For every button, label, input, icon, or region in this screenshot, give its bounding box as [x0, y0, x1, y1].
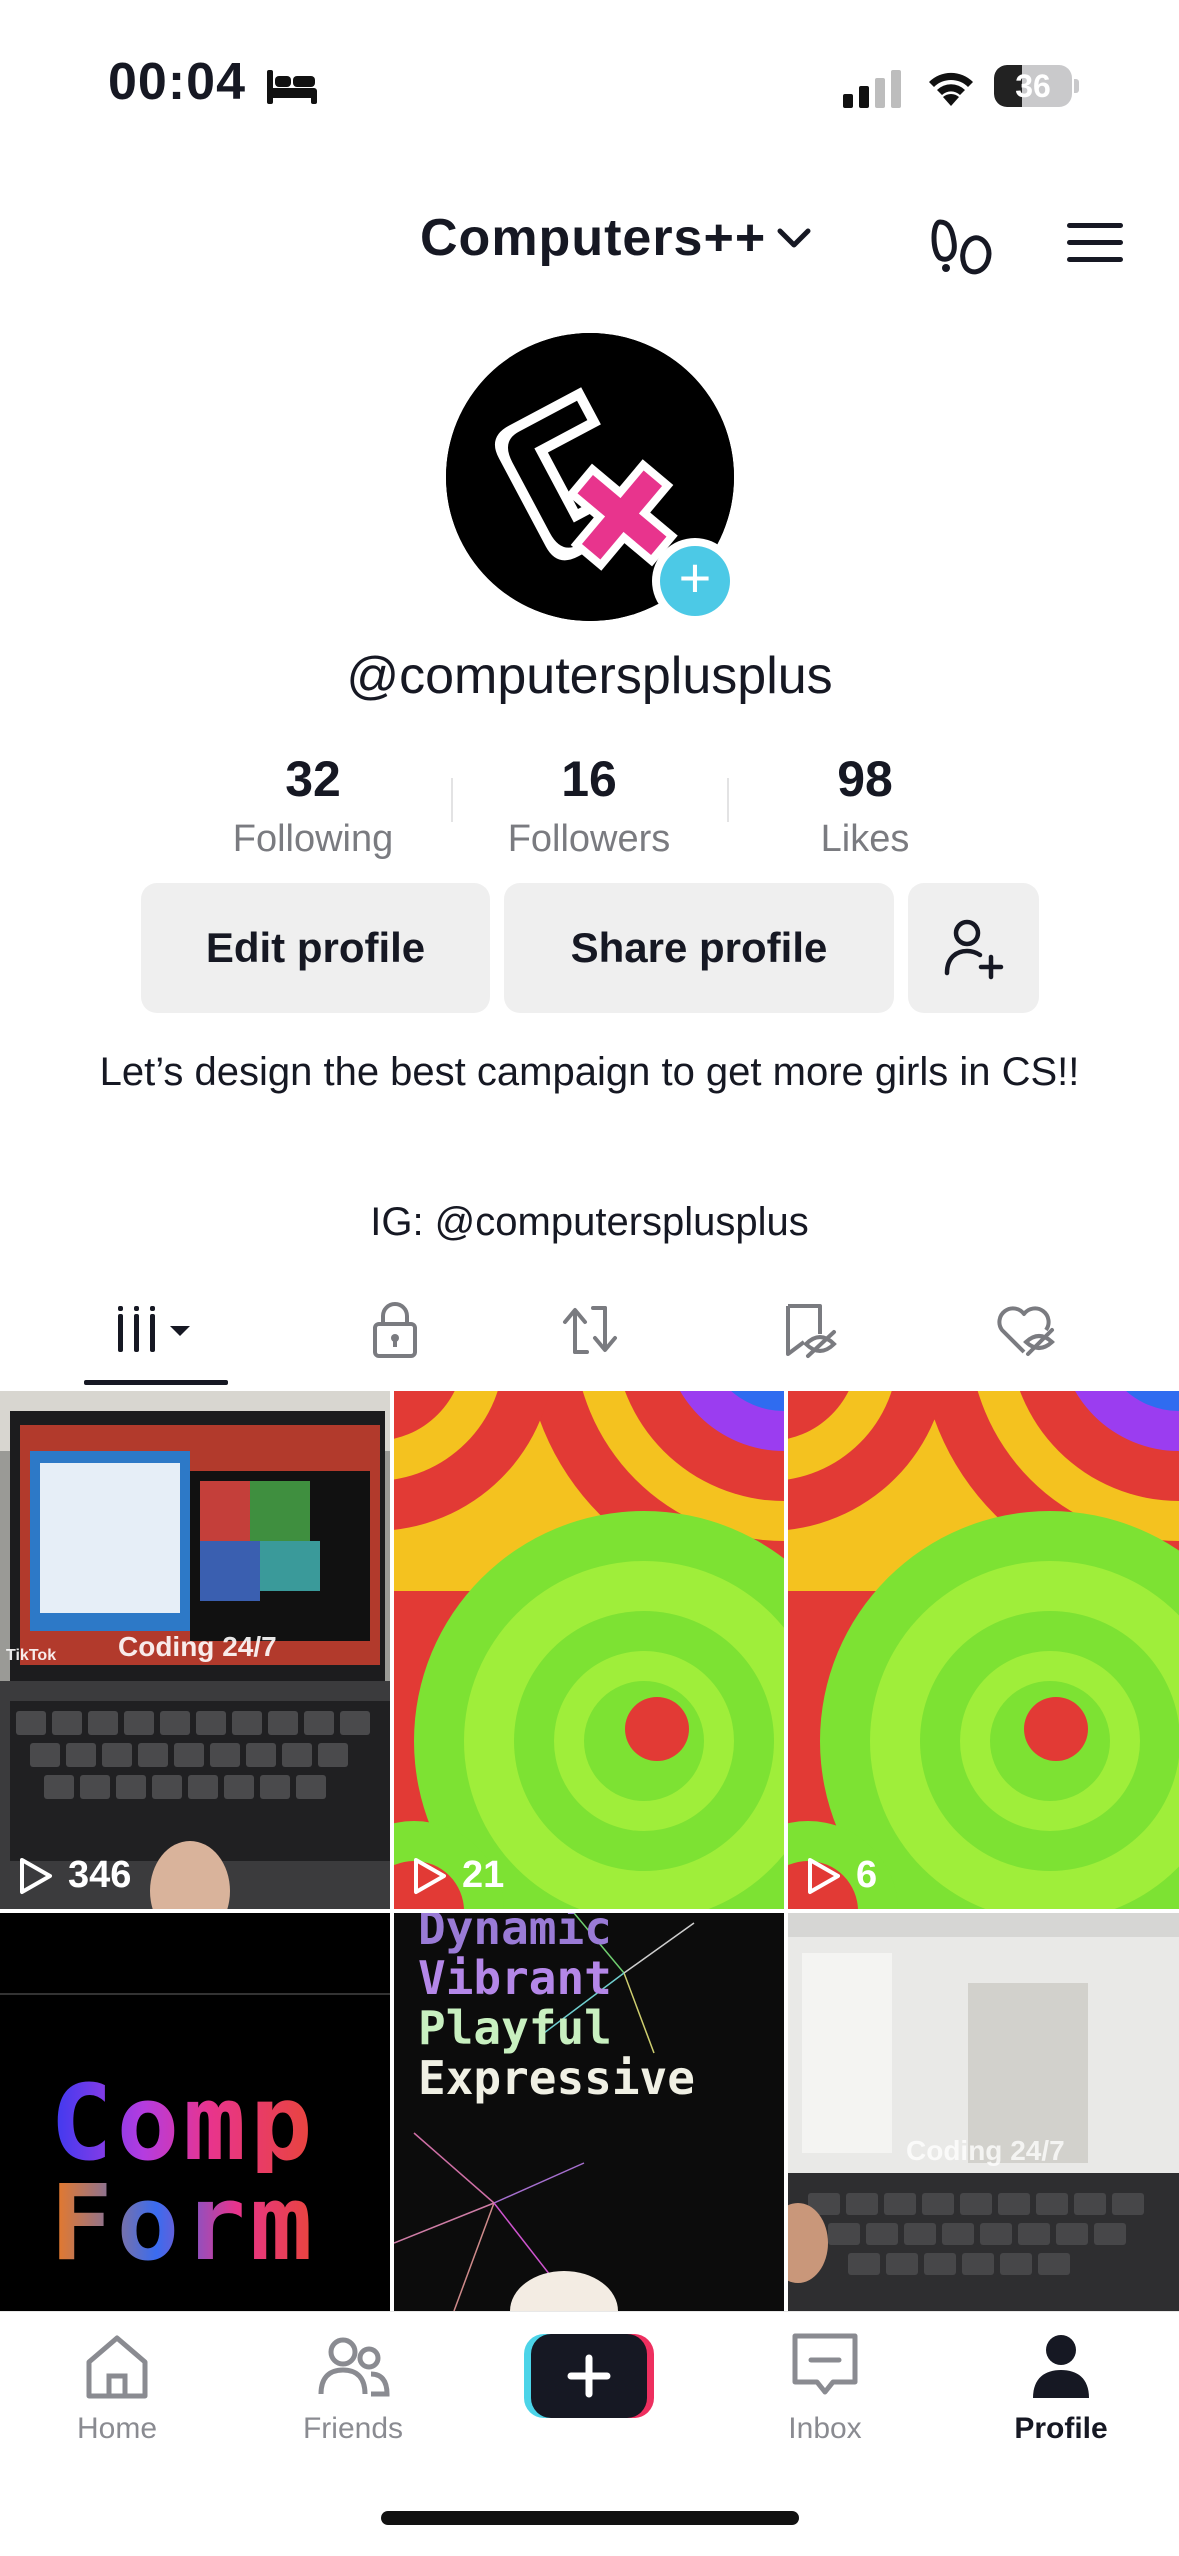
word-line-4: Expressive [418, 2051, 695, 2105]
add-avatar-button[interactable]: + [652, 538, 738, 624]
view-count-value: 346 [68, 1854, 132, 1896]
home-indicator [381, 2511, 799, 2525]
video-thumbnail[interactable]: Coding 24/7 TikTok 346 [0, 1391, 390, 1909]
comp-form-title: Comp Form [50, 2062, 317, 2284]
add-user-icon [944, 919, 1003, 980]
lock-icon [373, 1302, 417, 1358]
hidden-likes-icon [997, 1306, 1055, 1356]
nav-profile-label: Profile [1014, 2412, 1108, 2445]
tab-videos[interactable] [84, 1290, 228, 1370]
active-tab-indicator [84, 1380, 228, 1385]
video-thumbnail[interactable]: 6 [788, 1391, 1179, 1909]
edit-profile-button[interactable]: Edit profile [141, 883, 490, 1013]
video-preview-image [788, 1391, 1179, 1909]
video-thumbnail[interactable]: 21 [394, 1391, 784, 1909]
video-thumbnail[interactable]: Dynamic Vibrant Playful Expressive [394, 1913, 784, 2311]
chevron-down-icon [777, 228, 811, 248]
account-switcher[interactable]: Computers++ [420, 208, 814, 268]
nav-inbox-label: Inbox [788, 2412, 862, 2445]
account-name: Computers++ [420, 209, 767, 267]
profile-icon [1033, 2335, 1089, 2398]
profile-bio: Let’s design the best campaign to get mo… [99, 1050, 1080, 1094]
stat-value: 16 [561, 751, 617, 807]
nav-friends-label: Friends [302, 2412, 404, 2445]
word-line-2: Vibrant [418, 1951, 612, 2005]
creator-tools-icon[interactable] [930, 212, 998, 278]
tab-liked[interactable] [960, 1290, 1090, 1370]
profile-bio-link: IG: @computersplusplus [370, 1200, 809, 1244]
stat-divider [727, 778, 729, 822]
video-caption: Coding 24/7 [906, 2135, 1065, 2166]
inbox-icon [792, 2333, 858, 2395]
video-preview-image [394, 1391, 784, 1909]
nav-profile[interactable]: Profile [966, 2326, 1156, 2446]
status-time: 00:04 [108, 53, 246, 111]
divider [0, 1993, 390, 1995]
repost-icon [563, 1306, 617, 1354]
title-line-2: Form [50, 2162, 317, 2284]
video-thumbnail[interactable]: Coding 24/7 [788, 1913, 1179, 2311]
share-profile-button[interactable]: Share profile [504, 883, 894, 1013]
status-bar: 00:04 36 [0, 0, 1179, 170]
stat-value: 32 [285, 751, 341, 807]
tab-private[interactable] [330, 1290, 460, 1370]
word-line-1: Dynamic [418, 1913, 612, 1955]
stat-value: 98 [837, 751, 893, 807]
friends-icon [318, 2337, 390, 2397]
battery-indicator: 36 [994, 65, 1080, 107]
stat-label: Likes [820, 818, 910, 860]
stat-followers[interactable]: 16 Followers [474, 750, 704, 861]
battery-percent: 36 [1015, 68, 1051, 104]
wifi-icon [929, 72, 973, 106]
style-words: Dynamic Vibrant Playful Expressive [418, 1913, 695, 2103]
nav-home-label: Home [76, 2412, 158, 2445]
nav-home[interactable]: Home [22, 2326, 212, 2446]
home-icon [86, 2335, 148, 2399]
tab-favorites[interactable] [743, 1290, 873, 1370]
hidden-favorites-icon [786, 1304, 837, 1358]
menu-icon[interactable] [1065, 219, 1125, 267]
stat-likes[interactable]: 98 Likes [750, 750, 980, 861]
nav-inbox[interactable]: Inbox [730, 2326, 920, 2446]
stat-label: Following [232, 818, 394, 860]
sleep-bed-icon [267, 70, 317, 104]
stat-divider [451, 778, 453, 822]
add-friend-button[interactable] [908, 883, 1039, 1013]
view-count-value: 21 [462, 1854, 505, 1896]
play-icon [414, 1857, 446, 1894]
video-caption: Coding 24/7 [118, 1631, 277, 1662]
word-line-3: Playful [418, 2001, 612, 2055]
title-line-1: Comp [50, 2062, 317, 2184]
tab-reposts[interactable] [525, 1290, 655, 1370]
view-count: 346 [16, 1854, 131, 1897]
view-count-value: 6 [856, 1854, 878, 1896]
play-icon [20, 1857, 52, 1894]
cellular-signal-icon [843, 70, 901, 108]
profile-username: @computersplusplus [346, 647, 833, 705]
video-thumbnail[interactable]: Comp Form [0, 1913, 390, 2311]
view-count: 21 [410, 1854, 504, 1897]
nav-friends[interactable]: Friends [258, 2326, 448, 2446]
video-grid: Coding 24/7 TikTok 346 21 6 Comp Form Dy… [0, 1391, 1179, 2311]
play-icon [808, 1857, 840, 1894]
plus-icon: + [660, 546, 730, 616]
create-video-button[interactable] [524, 2334, 654, 2418]
stat-label: Followers [507, 818, 671, 860]
view-count: 6 [804, 1854, 877, 1897]
video-preview-image [788, 1913, 1179, 2311]
stat-following[interactable]: 32 Following [198, 750, 428, 861]
videos-grid-icon [118, 1306, 190, 1352]
tiktok-watermark: TikTok [6, 1647, 57, 1664]
